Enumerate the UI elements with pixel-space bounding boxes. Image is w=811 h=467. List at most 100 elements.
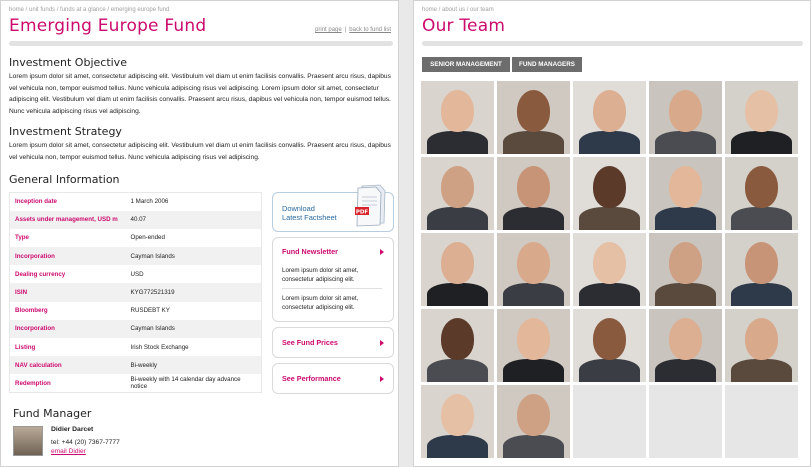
- row-value: Bi-weekly: [125, 356, 262, 375]
- team-member-photo[interactable]: [421, 81, 494, 154]
- portrait-face: [516, 393, 551, 437]
- team-member-photo[interactable]: [725, 309, 798, 382]
- page-title: Emerging Europe Fund: [9, 16, 207, 36]
- title-divider: [422, 41, 803, 46]
- team-member-photo[interactable]: [649, 233, 722, 306]
- team-member-photo[interactable]: [573, 157, 646, 230]
- portrait-face: [516, 317, 551, 361]
- portrait-face: [516, 165, 551, 209]
- newsletter-item[interactable]: Lorem ipsum dolor sit amet, consectetur …: [282, 294, 386, 312]
- team-member-photo[interactable]: [573, 81, 646, 154]
- row-value: RUSDEBT KY: [130, 307, 170, 315]
- portrait-shoulders: [578, 358, 641, 382]
- team-member-photo[interactable]: [725, 233, 798, 306]
- tab-senior-management[interactable]: SENIOR MANAGEMENT: [422, 57, 510, 72]
- row-value: Irish Stock Exchange: [130, 343, 189, 351]
- team-member-photo[interactable]: [573, 233, 646, 306]
- link-separator: |: [344, 27, 347, 33]
- row-value: Bi-weekly with 14 calendar day advance n…: [130, 376, 241, 391]
- row-label: NAV calculation: [9, 356, 126, 375]
- team-member-photo[interactable]: [421, 385, 494, 458]
- fund-newsletter-box: Fund Newsletter Lorem ipsum dolor sit am…: [272, 237, 394, 322]
- tab-fund-managers[interactable]: FUND MANAGERS: [512, 57, 582, 72]
- portrait-face: [744, 165, 779, 209]
- empty-photo-slot: [649, 385, 722, 458]
- row-value: Open-ended: [130, 234, 165, 242]
- team-member-photo[interactable]: [649, 157, 722, 230]
- team-member-photo[interactable]: [497, 157, 570, 230]
- row-label: Assets under management, USD m: [9, 210, 126, 229]
- breadcrumb[interactable]: home / unit funds / funds at a glance / …: [9, 7, 169, 13]
- portrait-shoulders: [426, 282, 489, 306]
- see-fund-prices-label: See Fund Prices: [282, 338, 338, 347]
- breadcrumb[interactable]: home / about us / our team: [422, 7, 494, 13]
- portrait-face: [440, 317, 475, 361]
- portrait-shoulders: [578, 282, 641, 306]
- pdf-document-icon: PDF: [355, 184, 386, 227]
- team-member-photo[interactable]: [497, 385, 570, 458]
- fund-newsletter-link[interactable]: Fund Newsletter: [282, 247, 338, 256]
- portrait-face: [516, 89, 551, 133]
- manager-name: Didier Darcet: [51, 426, 94, 433]
- table-row: ISIN KYG772521319: [9, 283, 262, 302]
- manager-phone: tel: +44 (20) 7367-7777: [51, 439, 120, 446]
- newsletter-item[interactable]: Lorem ipsum dolor sit amet, consectetur …: [282, 266, 386, 284]
- team-member-photo[interactable]: [725, 157, 798, 230]
- portrait-shoulders: [502, 282, 565, 306]
- chevron-right-icon: [380, 249, 384, 255]
- portrait-face: [592, 165, 627, 209]
- portrait-shoulders: [654, 130, 717, 154]
- table-row: Redemption Bi-weekly with 14 calendar day…: [10, 374, 262, 392]
- team-member-photo[interactable]: [573, 309, 646, 382]
- table-row: Incorporation Cayman Islands: [9, 247, 262, 266]
- team-member-photo[interactable]: [497, 81, 570, 154]
- row-label: Inception date: [15, 198, 57, 206]
- portrait-shoulders: [578, 206, 641, 230]
- factsheet-label: Download Latest Factsheet: [282, 204, 337, 222]
- title-divider: [9, 41, 393, 46]
- portrait-shoulders: [426, 130, 489, 154]
- investment-objective-text: Lorem ipsum dolor sit amet, consectetur …: [9, 73, 391, 115]
- email-manager-link[interactable]: email Didier: [51, 448, 86, 455]
- team-member-photo[interactable]: [649, 309, 722, 382]
- portrait-face: [668, 165, 703, 209]
- general-information-table: Inception date 1 March 2006 Assets under …: [9, 192, 262, 394]
- portrait-shoulders: [426, 358, 489, 382]
- portrait-face: [668, 89, 703, 133]
- back-to-fund-list-link[interactable]: back to fund list: [349, 27, 391, 33]
- team-member-photo[interactable]: [421, 233, 494, 306]
- portrait-face: [592, 89, 627, 133]
- see-performance-button[interactable]: See Performance: [272, 363, 394, 394]
- svg-text:PDF: PDF: [356, 210, 369, 216]
- team-member-photo[interactable]: [497, 309, 570, 382]
- portrait-shoulders: [426, 434, 489, 458]
- team-member-photo[interactable]: [421, 309, 494, 382]
- page-title: Our Team: [422, 16, 506, 36]
- team-member-photo[interactable]: [649, 81, 722, 154]
- row-label: Listing: [15, 343, 36, 351]
- portrait-shoulders: [502, 206, 565, 230]
- portrait-shoulders: [730, 358, 793, 382]
- portrait-shoulders: [654, 206, 717, 230]
- portrait-shoulders: [730, 206, 793, 230]
- row-label: Incorporation: [9, 319, 126, 338]
- general-information-heading: General Information: [9, 173, 120, 186]
- team-member-photo[interactable]: [421, 157, 494, 230]
- print-page-link[interactable]: print page: [315, 27, 342, 33]
- row-label: Redemption: [15, 379, 51, 387]
- team-member-photo[interactable]: [725, 81, 798, 154]
- empty-photo-slot: [725, 385, 798, 458]
- see-fund-prices-button[interactable]: See Fund Prices: [272, 327, 394, 358]
- team-member-photo[interactable]: [497, 233, 570, 306]
- table-row: Incorporation Cayman Islands: [9, 319, 262, 338]
- table-row: Type Open-ended: [10, 229, 262, 247]
- portrait-shoulders: [578, 130, 641, 154]
- see-performance-label: See Performance: [282, 374, 341, 383]
- portrait-face: [440, 241, 475, 285]
- portrait-face: [440, 165, 475, 209]
- portrait-face: [668, 241, 703, 285]
- manager-photo: [13, 426, 43, 456]
- chevron-right-icon: [380, 340, 384, 346]
- download-factsheet-button[interactable]: Download Latest Factsheet PDF: [272, 184, 394, 232]
- portrait-face: [744, 241, 779, 285]
